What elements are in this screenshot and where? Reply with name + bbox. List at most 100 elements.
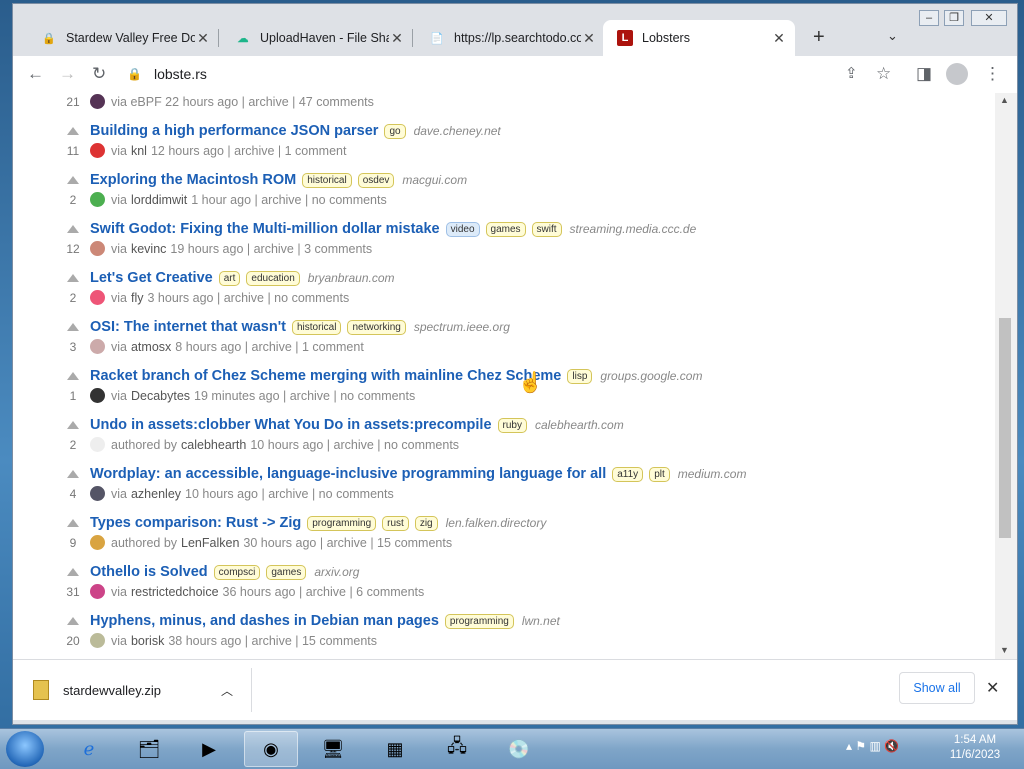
story-meta[interactable]: 10 hours ago | archive | no comments <box>185 487 394 501</box>
story-user-link[interactable]: azhenley <box>131 487 181 501</box>
story-user-link[interactable]: LenFalken <box>181 536 239 550</box>
story-meta[interactable]: 12 hours ago | archive | 1 comment <box>151 144 346 158</box>
tag-compsci[interactable]: compsci <box>213 564 261 580</box>
internet-explorer-icon[interactable]: ℯ <box>62 731 116 767</box>
story-domain[interactable]: calebhearth.com <box>535 418 624 432</box>
upvote-arrow-icon[interactable] <box>67 372 79 380</box>
story-title-link[interactable]: OSI: The internet that wasn't <box>90 319 286 335</box>
story-domain[interactable]: medium.com <box>678 467 747 481</box>
tag-ruby[interactable]: ruby <box>497 417 527 433</box>
story-domain[interactable]: bryanbraun.com <box>308 271 395 285</box>
story-user-link[interactable]: atmosx <box>131 340 171 354</box>
chrome-icon[interactable]: ◉ <box>244 731 298 767</box>
kebab-menu-icon[interactable]: ⋮ <box>984 64 1001 84</box>
story-user-link[interactable]: borisk <box>131 634 164 648</box>
tag-games[interactable]: games <box>266 564 307 580</box>
upvote-arrow-icon[interactable] <box>67 274 79 282</box>
story-domain[interactable]: spectrum.ieee.org <box>414 320 510 334</box>
share-icon[interactable]: ⇪ <box>845 64 858 82</box>
tag-historical[interactable]: historical <box>302 172 352 188</box>
tag-networking[interactable]: networking <box>347 319 406 335</box>
tag-programming[interactable]: programming <box>444 613 514 629</box>
story-user-link[interactable]: fly <box>131 291 144 305</box>
download-item[interactable]: stardewvalley.zip <box>33 680 161 700</box>
scroll-down-icon[interactable]: ▼ <box>1000 645 1009 655</box>
story-title-link[interactable]: Exploring the Macintosh ROM <box>90 172 296 188</box>
story-user-link[interactable]: restrictedchoice <box>131 585 219 599</box>
story-title-link[interactable]: Racket branch of Chez Scheme merging wit… <box>90 368 561 384</box>
tag-lisp[interactable]: lisp <box>567 368 593 384</box>
chevron-down-icon[interactable]: ⌄ <box>887 28 898 44</box>
window-close-icon[interactable]: ✕ <box>971 10 1007 26</box>
upvote-arrow-icon[interactable] <box>67 519 79 527</box>
profile-avatar-icon[interactable] <box>946 63 968 85</box>
back-arrow-icon[interactable]: ← <box>27 64 44 84</box>
story-user-link[interactable]: kevinc <box>131 242 166 256</box>
story-meta[interactable]: 36 hours ago | archive | 6 comments <box>223 585 425 599</box>
tag-osdev[interactable]: osdev <box>357 172 395 188</box>
story-title-link[interactable]: Swift Godot: Fixing the Multi-million do… <box>90 221 440 237</box>
chevron-up-icon[interactable]: ︿ <box>221 682 233 699</box>
story-meta[interactable]: 19 minutes ago | archive | no comments <box>194 389 415 403</box>
forward-arrow-icon[interactable]: → <box>59 64 76 84</box>
tab-uploadhaven[interactable]: ☁ UploadHaven - File Shar ✕ <box>221 20 413 56</box>
minimize-icon[interactable]: – <box>919 10 939 26</box>
start-button[interactable] <box>6 731 44 767</box>
reload-icon[interactable]: ↻ <box>92 64 106 84</box>
tag-plt[interactable]: plt <box>649 466 670 482</box>
tab-stardew[interactable]: 🔒 Stardew Valley Free Dow ✕ <box>27 20 219 56</box>
story-domain[interactable]: arxiv.org <box>314 565 359 579</box>
story-user-link[interactable]: calebhearth <box>181 438 246 452</box>
maximize-icon[interactable]: ❐ <box>944 10 964 26</box>
show-all-button[interactable]: Show all <box>899 672 975 704</box>
story-title-link[interactable]: Undo in assets:clobber What You Do in as… <box>90 417 492 433</box>
story-title-link[interactable]: Hyphens, minus, and dashes in Debian man… <box>90 613 439 629</box>
scroll-thumb[interactable] <box>999 318 1011 538</box>
story-domain[interactable]: streaming.media.ccc.de <box>570 222 697 236</box>
story-title-link[interactable]: Types comparison: Rust -> Zig <box>90 515 301 531</box>
tag-programming[interactable]: programming <box>307 515 377 531</box>
story-meta[interactable]: 30 hours ago | archive | 15 comments <box>243 536 452 550</box>
story-meta[interactable]: 3 hours ago | archive | no comments <box>147 291 349 305</box>
tag-a11y[interactable]: a11y <box>612 466 644 482</box>
firewall-icon[interactable]: ▦ <box>368 731 422 767</box>
close-icon[interactable]: ✕ <box>986 678 999 698</box>
story-user-link[interactable]: knl <box>131 144 147 158</box>
story-domain[interactable]: lwn.net <box>522 614 560 628</box>
star-icon[interactable]: ☆ <box>876 64 891 84</box>
tag-rust[interactable]: rust <box>382 515 409 531</box>
side-panel-icon[interactable]: ◨ <box>916 64 932 84</box>
story-user-link[interactable]: Decabytes <box>131 389 190 403</box>
close-icon[interactable]: ✕ <box>771 30 787 47</box>
tab-lobsters[interactable]: L Lobsters ✕ <box>603 20 795 56</box>
tab-searchtodo[interactable]: 📄 https://lp.searchtodo.co ✕ <box>415 20 605 56</box>
close-icon[interactable]: ✕ <box>195 30 211 47</box>
close-icon[interactable]: ✕ <box>389 30 405 47</box>
upvote-arrow-icon[interactable] <box>67 127 79 135</box>
system-tray[interactable]: ▴ ⚑ ▥ 🔇 <box>846 739 899 753</box>
story-user-link[interactable]: lorddimwit <box>131 193 187 207</box>
media-player-icon[interactable]: ▶ <box>182 731 236 767</box>
upvote-arrow-icon[interactable] <box>67 568 79 576</box>
story-meta[interactable]: 1 hour ago | archive | no comments <box>191 193 386 207</box>
address-bar[interactable]: 🔒 lobste.rs <box>127 60 827 88</box>
tag-go[interactable]: go <box>384 123 406 139</box>
story-domain[interactable]: groups.google.com <box>600 369 702 383</box>
upvote-arrow-icon[interactable] <box>67 323 79 331</box>
story-title-link[interactable]: Wordplay: an accessible, language-inclus… <box>90 466 606 482</box>
story-domain[interactable]: len.falken.directory <box>446 516 547 530</box>
story-title-link[interactable]: Building a high performance JSON parser <box>90 123 378 139</box>
tag-historical[interactable]: historical <box>292 319 342 335</box>
story-meta[interactable]: 19 hours ago | archive | 3 comments <box>170 242 372 256</box>
story-meta[interactable]: 8 hours ago | archive | 1 comment <box>175 340 364 354</box>
page-scrollbar[interactable]: ▲ ▼ <box>995 93 1017 659</box>
story-meta[interactable]: 10 hours ago | archive | no comments <box>250 438 459 452</box>
story-domain[interactable]: dave.cheney.net <box>414 124 501 138</box>
story-title-link[interactable]: Othello is Solved <box>90 564 208 580</box>
new-tab-icon[interactable]: + <box>813 26 825 49</box>
close-icon[interactable]: ✕ <box>581 30 597 47</box>
upvote-arrow-icon[interactable] <box>67 421 79 429</box>
story-title-link[interactable]: Let's Get Creative <box>90 270 213 286</box>
upvote-arrow-icon[interactable] <box>67 225 79 233</box>
disc-icon[interactable]: 💿 <box>492 731 546 767</box>
